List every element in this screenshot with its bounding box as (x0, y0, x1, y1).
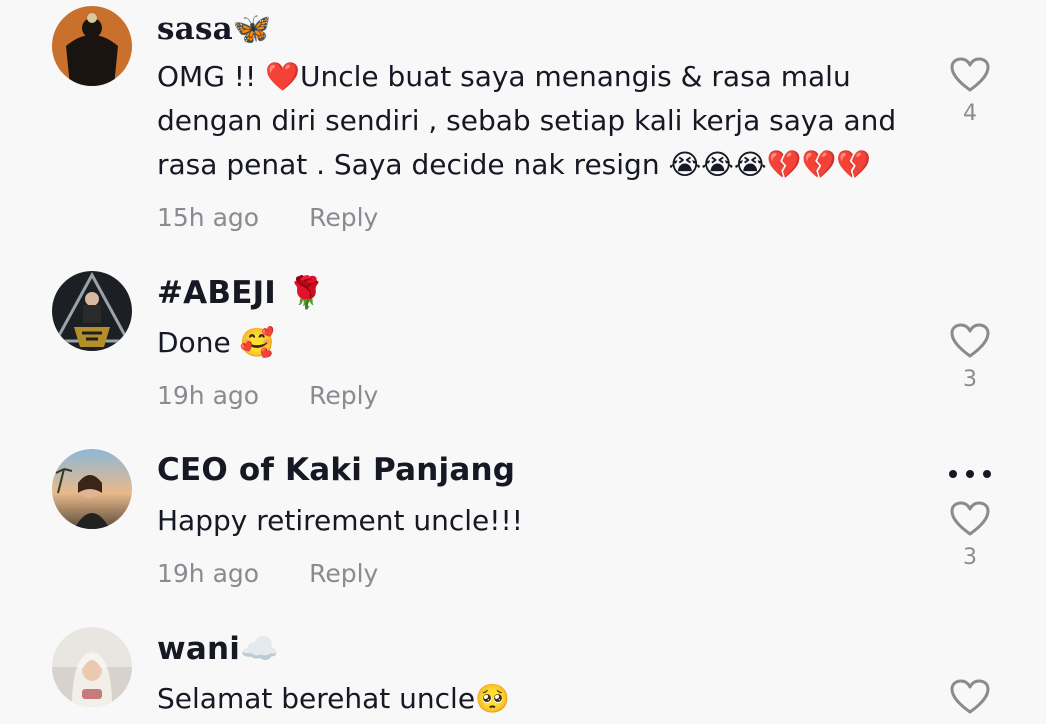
comment-time: 19h ago (157, 559, 260, 588)
avatar[interactable] (52, 449, 132, 529)
comment-text: Done 🥰 (157, 326, 275, 359)
more-options-icon[interactable] (946, 468, 994, 480)
heart-outline-icon (950, 323, 990, 358)
comment-text: Selamat berehat uncle🥺 (157, 682, 510, 715)
heart-outline-icon (950, 679, 990, 714)
comment-time: 19h ago (157, 381, 260, 410)
comment-text: OMG !! ❤️Uncle buat saya menangis & rasa… (157, 60, 897, 181)
avatar[interactable] (52, 6, 132, 86)
like-button[interactable]: 3 (948, 323, 992, 392)
like-count: 4 (963, 101, 977, 126)
like-button[interactable]: 3 (948, 501, 992, 570)
comment-username[interactable]: wani☁️ (157, 630, 279, 667)
reply-button[interactable]: Reply (309, 381, 378, 410)
like-count: 3 (963, 545, 977, 570)
comment-text: Happy retirement uncle!!! (157, 504, 523, 537)
comment-username[interactable]: #ABEJI 🌹 (157, 274, 326, 311)
like-button[interactable]: 4 (948, 57, 992, 126)
heart-outline-icon (950, 501, 990, 536)
reply-button[interactable]: Reply (309, 559, 378, 588)
avatar[interactable] (52, 271, 132, 351)
avatar[interactable] (52, 627, 132, 707)
heart-outline-icon (950, 57, 990, 92)
comment-meta: 19h ago Reply (157, 559, 378, 588)
comment-meta: 15h ago Reply (157, 203, 378, 232)
reply-button[interactable]: Reply (309, 203, 378, 232)
comment-username[interactable]: sasa🦋 (157, 10, 272, 47)
comment-time: 15h ago (157, 203, 260, 232)
comment-list: sasa🦋 OMG !! ❤️Uncle buat saya menangis … (0, 0, 1046, 724)
comment-username[interactable]: CEO of Kaki Panjang (157, 452, 515, 488)
like-count: 3 (963, 367, 977, 392)
comment-meta: 19h ago Reply (157, 381, 378, 410)
like-button[interactable] (948, 679, 992, 715)
